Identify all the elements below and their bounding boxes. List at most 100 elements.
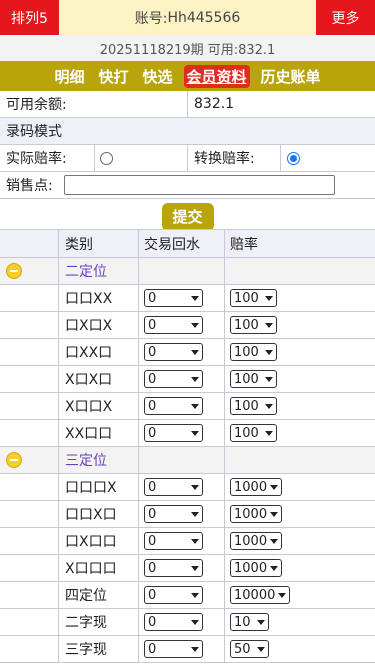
odds-value: 100	[234, 425, 259, 441]
odds-select[interactable]: 100	[230, 424, 277, 442]
odds-cell: 100	[224, 312, 375, 338]
odds-cell: 100	[224, 339, 375, 365]
rebate-select[interactable]: 0	[144, 640, 203, 658]
table-row: 口X口口 0 1000	[0, 528, 375, 555]
table-header: 类别 交易回水 赔率	[0, 229, 375, 258]
rebate-select[interactable]: 0	[144, 559, 203, 577]
collapse-icon[interactable]	[6, 263, 22, 279]
bet-type-name: 口口X口	[58, 501, 138, 527]
nav-item-quick-select[interactable]: 快选	[139, 65, 175, 88]
sales-point-input[interactable]	[64, 175, 335, 195]
account-info: 账号: Hh445566	[59, 0, 316, 35]
rebate-cell: 0	[138, 501, 224, 527]
bet-type-name: 口XX口	[58, 339, 138, 365]
odds-select[interactable]: 50	[230, 640, 269, 658]
table-row: X口X口 0 100	[0, 366, 375, 393]
rebate-select[interactable]: 0	[144, 532, 203, 550]
chevron-down-icon	[270, 511, 278, 517]
chevron-down-icon	[191, 322, 199, 328]
nav-item-quick-bet[interactable]: 快打	[95, 65, 131, 88]
chevron-down-icon	[191, 511, 199, 517]
rebate-select[interactable]: 0	[144, 397, 203, 415]
odds-cell: 1000	[224, 501, 375, 527]
game-switch-button[interactable]: 排列5	[0, 0, 59, 35]
convert-odds-cell	[280, 145, 375, 171]
bet-type-name: X口X口	[58, 366, 138, 392]
rebate-value: 0	[148, 641, 157, 657]
chevron-down-icon	[257, 646, 265, 652]
rebate-select[interactable]: 0	[144, 289, 203, 307]
chevron-down-icon	[265, 376, 273, 382]
more-button[interactable]: 更多	[316, 0, 375, 35]
rebate-value: 0	[148, 317, 157, 333]
bet-type-name: 口口XX	[58, 285, 138, 311]
odds-value: 50	[234, 641, 251, 657]
odds-select[interactable]: 100	[230, 397, 277, 415]
odds-cell: 10000	[224, 582, 375, 608]
chevron-down-icon	[278, 592, 286, 598]
odds-select[interactable]: 1000	[230, 478, 282, 496]
available-balance: 可用:832.1	[207, 42, 276, 58]
chevron-down-icon	[191, 403, 199, 409]
rebate-select[interactable]: 0	[144, 505, 203, 523]
chevron-down-icon	[191, 295, 199, 301]
group-rebate-cell	[138, 447, 224, 473]
nav-item-detail[interactable]: 明细	[51, 65, 87, 88]
account-value: Hh445566	[167, 9, 241, 26]
odds-select[interactable]: 1000	[230, 559, 282, 577]
rebate-select[interactable]: 0	[144, 370, 203, 388]
rebate-select[interactable]: 0	[144, 343, 203, 361]
chevron-down-icon	[265, 322, 273, 328]
rebate-select[interactable]: 0	[144, 586, 203, 604]
bet-type-name: X口口X	[58, 393, 138, 419]
rebate-select[interactable]: 0	[144, 424, 203, 442]
sales-point-row: 销售点:	[0, 172, 375, 199]
odds-select[interactable]: 1000	[230, 505, 282, 523]
odds-select[interactable]: 100	[230, 370, 277, 388]
bet-type-name: 口X口X	[58, 312, 138, 338]
actual-odds-cell	[94, 145, 187, 171]
odds-cell: 1000	[224, 555, 375, 581]
odds-value: 1000	[234, 533, 268, 549]
odds-select[interactable]: 10000	[230, 586, 290, 604]
nav-item-member-info[interactable]: 会员资料	[183, 64, 250, 88]
table-row: 口口X口 0 1000	[0, 501, 375, 528]
rebate-value: 0	[148, 371, 157, 387]
group-row[interactable]: 三定位	[0, 447, 375, 474]
odds-select[interactable]: 100	[230, 316, 277, 334]
actual-odds-radio[interactable]	[100, 151, 113, 165]
rebate-select[interactable]: 0	[144, 478, 203, 496]
convert-odds-radio[interactable]	[287, 151, 300, 165]
chevron-down-icon	[191, 646, 199, 652]
chevron-down-icon	[265, 349, 273, 355]
odds-value: 1000	[234, 560, 268, 576]
chevron-down-icon	[270, 538, 278, 544]
odds-cell: 1000	[224, 528, 375, 554]
table-row: 口口口X 0 1000	[0, 474, 375, 501]
bet-type-name: XX口口	[58, 420, 138, 446]
rebate-cell: 0	[138, 285, 224, 311]
bet-type-name: 四定位	[58, 582, 138, 608]
chevron-down-icon	[270, 484, 278, 490]
bet-type-name: 三字现	[58, 636, 138, 662]
collapse-icon[interactable]	[6, 452, 22, 468]
rebate-select[interactable]: 0	[144, 316, 203, 334]
odds-cell: 1000	[224, 474, 375, 500]
odds-select[interactable]: 1000	[230, 532, 282, 550]
chevron-down-icon	[265, 430, 273, 436]
odds-select[interactable]: 100	[230, 343, 277, 361]
odds-select[interactable]: 100	[230, 289, 277, 307]
bet-type-name: X口口口	[58, 555, 138, 581]
odds-value: 1000	[234, 506, 268, 522]
convert-odds-label: 转换赔率:	[187, 145, 280, 171]
group-row[interactable]: 二定位	[0, 258, 375, 285]
rebate-select[interactable]: 0	[144, 613, 203, 631]
nav-item-history-bills[interactable]: 历史账单	[258, 65, 324, 88]
bet-type-name: 口口口X	[58, 474, 138, 500]
odds-value: 100	[234, 317, 259, 333]
mode-title: 录码模式	[6, 124, 62, 140]
rebate-cell: 0	[138, 420, 224, 446]
odds-select[interactable]: 10	[230, 613, 269, 631]
chevron-down-icon	[191, 376, 199, 382]
submit-button[interactable]: 提交	[161, 202, 214, 231]
